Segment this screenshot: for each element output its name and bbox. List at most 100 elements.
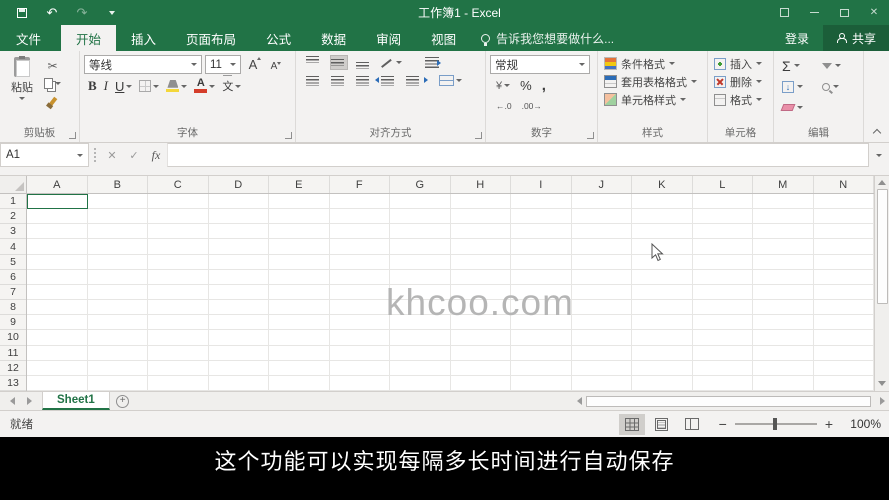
cell-N6[interactable] [813,269,874,285]
cell-N8[interactable] [813,300,874,316]
number-format-combo[interactable]: 常规 [490,55,590,74]
cell-J13[interactable] [571,375,632,392]
cell-C12[interactable] [148,360,209,376]
dialog-launcher-icon[interactable] [475,132,482,139]
fill-button[interactable]: ↓ [782,77,818,96]
cell-A10[interactable] [27,330,88,346]
row-header-11[interactable]: 11 [0,346,26,361]
cell-J1[interactable] [571,194,632,210]
cell-M1[interactable] [753,194,814,210]
cell-B4[interactable] [87,239,148,255]
cell-I9[interactable] [511,315,572,331]
cell-G7[interactable] [390,284,451,301]
cell-G5[interactable] [390,254,451,270]
cut-button[interactable]: ✂ [44,58,61,73]
close-button[interactable]: ✕ [859,0,889,25]
row-header-5[interactable]: 5 [0,255,26,270]
cell-E8[interactable] [269,300,330,316]
cell-H6[interactable] [450,269,511,285]
cell-J12[interactable] [571,360,632,376]
cell-K7[interactable] [632,284,693,301]
cell-I2[interactable] [511,209,572,225]
cell-E3[interactable] [269,224,330,240]
cell-A5[interactable] [27,254,88,270]
cell-I10[interactable] [511,330,572,346]
tab-page-layout[interactable]: 页面布局 [171,25,251,51]
cell-C6[interactable] [148,269,209,285]
vertical-scroll-thumb[interactable] [876,189,888,304]
cell-N12[interactable] [813,360,874,376]
cell-J4[interactable] [571,239,632,255]
cell-I1[interactable] [511,194,572,210]
increase-indent-button[interactable] [406,74,428,87]
comma-style-button[interactable]: , [542,78,546,93]
cell-G2[interactable] [390,209,451,225]
tell-me-box[interactable]: 告诉我您想要做什么... [481,25,614,51]
cell-I5[interactable] [511,254,572,270]
column-header-C[interactable]: C [148,176,209,193]
cell-F2[interactable] [329,209,390,225]
ribbon-display-options-button[interactable] [769,0,799,25]
dialog-launcher-icon[interactable] [587,132,594,139]
cell-D2[interactable] [208,209,269,225]
previous-sheet-icon[interactable] [10,397,15,405]
cell-D5[interactable] [208,254,269,270]
name-box[interactable]: A1 [0,143,89,167]
customize-qat-button[interactable] [104,5,120,21]
cell-G13[interactable] [390,375,451,392]
cell-L4[interactable] [692,239,753,255]
cell-J7[interactable] [571,284,632,301]
cell-N5[interactable] [813,254,874,270]
expand-formula-bar-button[interactable] [869,143,889,167]
cell-K13[interactable] [632,375,693,392]
cell-E9[interactable] [269,315,330,331]
cell-L9[interactable] [692,315,753,331]
cell-C4[interactable] [148,239,209,255]
cell-L12[interactable] [692,360,753,376]
column-header-I[interactable]: I [511,176,572,193]
bold-button[interactable]: B [88,78,97,94]
cell-G11[interactable] [390,345,451,361]
cell-F8[interactable] [329,300,390,316]
cell-I3[interactable] [511,224,572,240]
cell-H10[interactable] [450,330,511,346]
cell-M2[interactable] [753,209,814,225]
format-as-table-button[interactable]: 套用表格格式 [602,74,703,89]
next-sheet-icon[interactable] [27,397,32,405]
cell-K10[interactable] [632,330,693,346]
zoom-in-button[interactable]: + [825,416,833,432]
cell-N1[interactable] [813,194,874,210]
scroll-left-icon[interactable] [577,397,582,405]
cell-C13[interactable] [148,375,209,392]
cell-M8[interactable] [753,300,814,316]
cell-M10[interactable] [753,330,814,346]
cell-L11[interactable] [692,345,753,361]
cancel-button[interactable]: ✕ [101,143,123,167]
cell-B1[interactable] [87,194,148,210]
cell-J8[interactable] [571,300,632,316]
cell-H11[interactable] [450,345,511,361]
cell-F10[interactable] [329,330,390,346]
cell-D13[interactable] [208,375,269,392]
cell-G3[interactable] [390,224,451,240]
cell-B8[interactable] [87,300,148,316]
row-header-8[interactable]: 8 [0,300,26,316]
cell-I7[interactable] [511,284,572,301]
cell-N4[interactable] [813,239,874,255]
grow-font-button[interactable]: A [244,55,262,74]
cell-N11[interactable] [813,345,874,361]
select-all-button[interactable] [0,176,27,193]
increase-decimal-button[interactable]: ←.0 [496,101,512,111]
column-header-J[interactable]: J [572,176,632,193]
cell-D11[interactable] [208,345,269,361]
delete-cells-button[interactable]: 删除 [712,74,769,89]
cell-D6[interactable] [208,269,269,285]
scroll-right-icon[interactable] [880,397,885,405]
clear-button[interactable] [780,98,818,117]
cell-A13[interactable] [27,375,88,392]
orientation-button[interactable] [381,57,402,69]
row-header-10[interactable]: 10 [0,330,26,346]
cell-C10[interactable] [148,330,209,346]
top-align-button[interactable] [306,56,322,69]
tab-view[interactable]: 视图 [416,25,471,51]
